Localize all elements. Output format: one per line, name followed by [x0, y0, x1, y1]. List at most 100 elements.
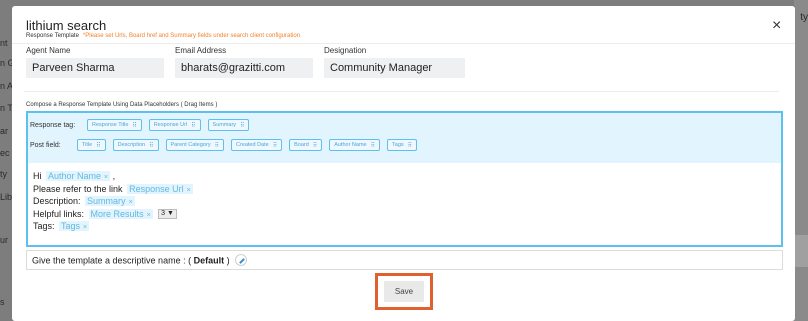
designation-value: Community Manager [324, 58, 465, 78]
chip-label: Response Title [92, 122, 129, 128]
bg-fragment: ty [800, 12, 808, 23]
divider [24, 91, 779, 92]
placeholder-summary: Summary × [85, 196, 135, 206]
results-count-select[interactable]: 3 ▼ [158, 209, 177, 220]
email-field: Email Address bharats@grazitti.com [175, 46, 313, 78]
close-icon[interactable]: × [772, 18, 781, 34]
drag-handle-icon: ⠿ [132, 122, 137, 129]
post-field-row: Post field: Title ⠿ Description ⠿ Parent C… [30, 139, 424, 151]
template-name-bar: Give the template a descriptive name : (… [26, 250, 783, 270]
drag-handle-icon: ⠿ [214, 142, 219, 149]
compose-label: Compose a Response Template Using Data P… [26, 102, 218, 108]
chip-label: Summary [212, 122, 237, 128]
remove-placeholder-icon[interactable]: × [104, 174, 108, 181]
template-text: Please refer to the link [33, 183, 123, 194]
placeholder-label: Response Url [129, 183, 184, 194]
placeholder-response-url: Response Url × [127, 183, 193, 194]
drag-handle-icon: ⠿ [272, 142, 278, 149]
template-line: Hi Author Name × , [33, 171, 193, 184]
email-value: bharats@grazitti.com [175, 58, 313, 78]
template-text: , [112, 171, 116, 181]
bg-fragment: ec [0, 148, 10, 158]
response-template-modal: lithium search Response Template *Please … [12, 6, 795, 321]
drag-handle-icon: ⠿ [191, 122, 196, 129]
save-highlight-box: Save [375, 273, 433, 310]
drag-handle-icon: ⠿ [370, 142, 376, 149]
agent-name-field: Agent Name Parveen Sharma [26, 46, 164, 78]
divider [12, 43, 795, 44]
drag-handle-icon: ⠿ [96, 142, 101, 149]
placeholder-more-results: More Results × [88, 208, 153, 219]
template-text: Description: [33, 196, 81, 206]
template-editor[interactable]: Hi Author Name × , Please refer to the li… [33, 171, 193, 234]
chip-board[interactable]: Board ⠿ [289, 139, 323, 151]
template-line: Helpful links: More Results × 3 ▼ [33, 208, 193, 222]
save-button[interactable]: Save [384, 281, 424, 302]
modal-subtitle: Response Template *Please set Urls, Board… [26, 33, 300, 39]
chip-label: Author Name [334, 142, 367, 148]
placeholder-tags: Tags × [59, 221, 90, 231]
chip-summary[interactable]: Summary ⠿ [207, 119, 250, 131]
chip-label: Tags [392, 142, 404, 148]
placeholder-author-name: Author Name × [46, 171, 111, 181]
chip-description[interactable]: Description ⠿ [112, 139, 159, 151]
bg-fragment: ur [0, 235, 9, 245]
designation-label: Designation [324, 46, 367, 55]
placeholder-label: Tags [61, 221, 81, 231]
background-right-strip: ty [794, 0, 808, 321]
template-text: Hi [33, 171, 42, 181]
drag-handle-icon: ⠿ [240, 122, 245, 129]
template-name-prefix: Give the template a descriptive name : ( [32, 255, 192, 266]
placeholder-toolbar: Response tag: Response Title ⠿ Response U… [28, 113, 781, 163]
bg-fragment: s [0, 297, 5, 307]
placeholder-label: Summary [87, 196, 126, 206]
chip-parent-category[interactable]: Parent Category ⠿ [165, 139, 224, 151]
bg-panel [794, 235, 808, 267]
remove-placeholder-icon[interactable]: × [83, 224, 87, 231]
chip-author-name[interactable]: Author Name ⠿ [329, 139, 381, 151]
chip-created-date[interactable]: Created Date ⠿ [230, 139, 283, 151]
designation-field: Designation Community Manager [324, 46, 465, 78]
chip-tags[interactable]: Tags ⠿ [387, 139, 418, 151]
chip-label: Parent Category [170, 142, 211, 148]
email-label: Email Address [175, 46, 227, 55]
config-note: *Please set Urls, Board href and Summary… [82, 33, 301, 39]
response-tag-label: Response tag: [30, 121, 76, 129]
post-field-label: Post field: [30, 141, 61, 149]
bg-fragment: ty [0, 169, 8, 179]
edit-pencil-icon[interactable] [235, 254, 248, 266]
response-tag-row: Response tag: Response Title ⠿ Response U… [30, 119, 256, 131]
template-line: Tags: Tags × [33, 221, 193, 234]
remove-placeholder-icon[interactable]: × [187, 187, 191, 194]
agent-name-label: Agent Name [26, 46, 71, 55]
chip-response-url[interactable]: Response Url ⠿ [148, 119, 201, 131]
bg-fragment: ar [0, 126, 9, 136]
drag-handle-icon: ⠿ [149, 142, 154, 149]
drag-handle-icon: ⠿ [407, 142, 413, 149]
subtitle-text: Response Template [26, 33, 79, 39]
chip-response-title[interactable]: Response Title ⠿ [87, 119, 142, 131]
placeholder-label: More Results [90, 208, 144, 219]
template-line: Please refer to the link Response Url × [33, 183, 193, 197]
template-line: Description: Summary × [33, 196, 193, 209]
remove-placeholder-icon[interactable]: × [129, 199, 133, 206]
modal-title: lithium search [26, 18, 107, 33]
template-text: Helpful links: [33, 208, 85, 219]
chip-title[interactable]: Title ⠿ [77, 139, 106, 151]
template-text: Tags: [33, 221, 55, 231]
bg-fragment: Lib [0, 192, 13, 202]
template-builder: Response tag: Response Title ⠿ Response U… [26, 111, 783, 247]
drag-handle-icon: ⠿ [312, 142, 318, 149]
chip-label: Title [82, 142, 93, 148]
template-name-value: Default [193, 255, 225, 266]
placeholder-label: Author Name [48, 171, 102, 181]
chip-label: Response Url [153, 122, 188, 128]
remove-placeholder-icon[interactable]: × [147, 212, 151, 219]
background-left-strip: nt n G n A n T ar ec ty Lib ur s [0, 0, 15, 321]
agent-name-value: Parveen Sharma [26, 58, 164, 78]
chip-label: Board [294, 142, 309, 148]
bg-fragment: n T [0, 103, 13, 113]
chip-label: Description [117, 142, 146, 148]
template-name-suffix: ) [226, 255, 230, 266]
bg-fragment: nt [0, 38, 8, 48]
